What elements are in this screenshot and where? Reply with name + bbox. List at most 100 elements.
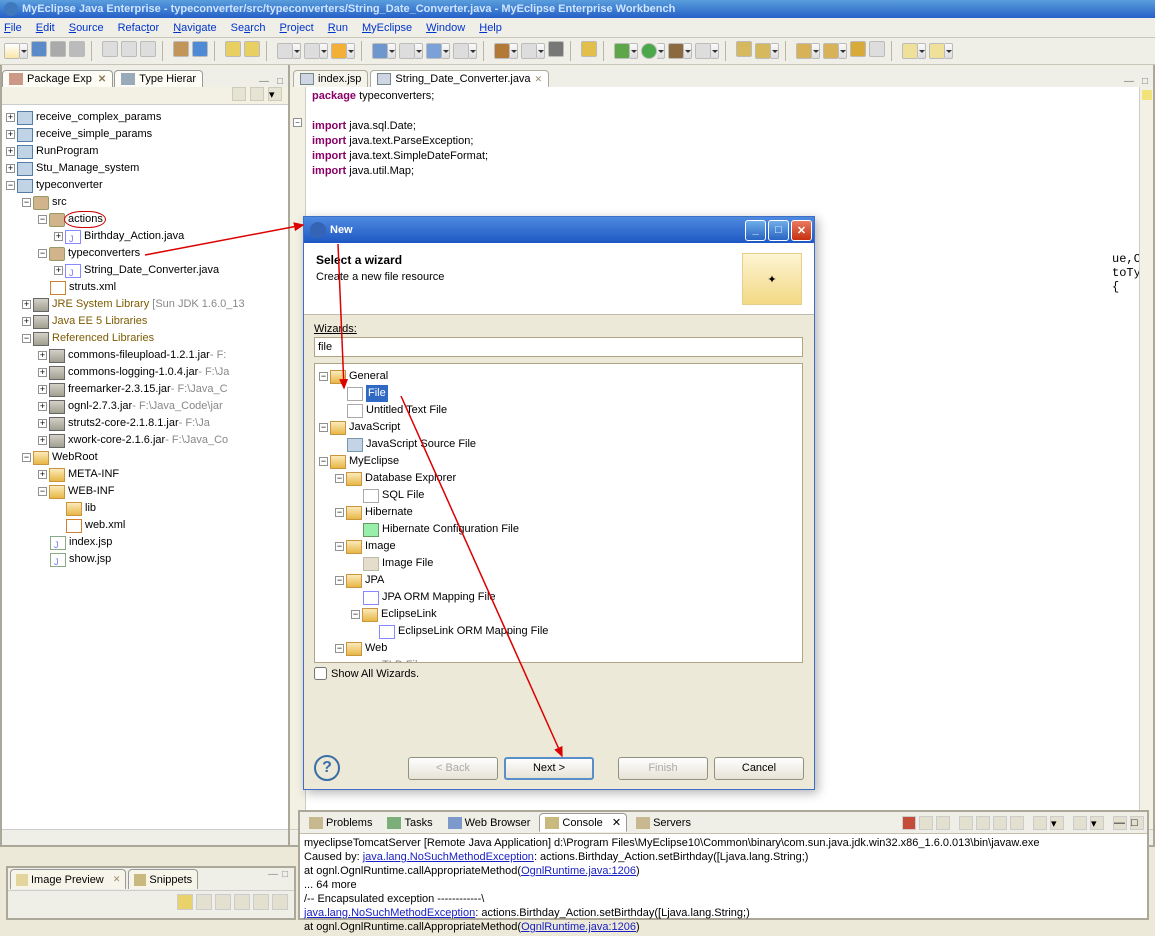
tree-item[interactable]: lib xyxy=(85,500,96,517)
back-button[interactable]: < Back xyxy=(408,757,498,780)
wizard-filter-input[interactable] xyxy=(314,337,803,357)
tree-item[interactable]: commons-fileupload-1.2.1.jar xyxy=(68,347,210,364)
finish-button[interactable]: Finish xyxy=(618,757,708,780)
close-icon[interactable]: ✕ xyxy=(612,816,621,829)
tree-item[interactable]: WebRoot xyxy=(52,449,98,466)
wizard-item[interactable]: Image File xyxy=(382,555,433,572)
maximize-icon[interactable]: □ xyxy=(272,76,288,87)
tab-problems[interactable]: Problems xyxy=(303,814,378,832)
wizard-category[interactable]: Database Explorer xyxy=(365,470,456,487)
open-task-icon[interactable] xyxy=(755,43,771,59)
nav-back-drop[interactable] xyxy=(918,43,926,59)
collapse-all-icon[interactable] xyxy=(232,87,246,101)
menu-edit[interactable]: Edit xyxy=(36,22,55,34)
menu-run[interactable]: Run xyxy=(328,22,348,34)
view-menu-icon[interactable]: ▾ xyxy=(268,87,282,101)
tree-item[interactable]: web.xml xyxy=(85,517,125,534)
zoom-fit-icon[interactable] xyxy=(196,894,212,910)
pkg-icon[interactable] xyxy=(173,41,189,57)
tab-tasks[interactable]: Tasks xyxy=(381,814,438,832)
minimize-icon[interactable]: — xyxy=(256,76,272,87)
nav-fwd-icon[interactable] xyxy=(929,43,945,59)
debug-icon[interactable] xyxy=(614,43,630,59)
tab-package-explorer[interactable]: Package Exp✕ xyxy=(2,70,113,87)
menu-window[interactable]: Window xyxy=(426,22,465,34)
server-icon[interactable] xyxy=(399,43,415,59)
tree-item[interactable]: JRE System Library xyxy=(52,296,149,313)
copy-icon[interactable] xyxy=(121,41,137,57)
clear-console-icon[interactable] xyxy=(976,816,990,830)
tree-item[interactable]: typeconverter xyxy=(36,177,103,194)
wizard-item[interactable]: Untitled Text File xyxy=(366,402,447,419)
tree-item[interactable]: Birthday_Action.java xyxy=(84,228,184,245)
menu-myeclipse[interactable]: MyEclipse xyxy=(362,22,412,34)
new-console-icon[interactable] xyxy=(1073,816,1087,830)
open-drop[interactable] xyxy=(839,43,847,59)
close-icon[interactable]: ✕ xyxy=(535,74,543,85)
wizard-category[interactable]: MyEclipse xyxy=(349,453,399,470)
hib-drop[interactable] xyxy=(510,43,518,59)
pin-console-icon[interactable] xyxy=(993,816,1007,830)
globe-drop[interactable] xyxy=(442,43,450,59)
remove-all-icon[interactable] xyxy=(936,816,950,830)
tree-item[interactable]: Java EE 5 Libraries xyxy=(52,313,147,330)
new-console-drop-icon[interactable]: ▾ xyxy=(1090,816,1104,830)
actual-size-icon[interactable] xyxy=(253,894,269,910)
deploy-drop[interactable] xyxy=(388,43,396,59)
project-tree[interactable]: +receive_complex_params +receive_simple_… xyxy=(2,105,288,829)
link-editor-icon[interactable] xyxy=(250,87,264,101)
fold-icon[interactable]: − xyxy=(293,118,302,127)
agent-drop[interactable] xyxy=(320,43,328,59)
globe-icon[interactable] xyxy=(426,43,442,59)
class-icon[interactable] xyxy=(192,41,208,57)
editor-maximize-icon[interactable]: □ xyxy=(1137,76,1153,87)
wizard-item[interactable]: SQL File xyxy=(382,487,424,504)
nav-back-icon[interactable] xyxy=(902,43,918,59)
wizard-category[interactable]: Hibernate xyxy=(365,504,413,521)
cut-icon[interactable] xyxy=(102,41,118,57)
wizard-item[interactable]: Hibernate Configuration File xyxy=(382,521,519,538)
open-type-icon[interactable] xyxy=(736,41,752,57)
show-all-wizards-checkbox[interactable]: Show All Wizards. xyxy=(314,667,804,680)
struts-icon[interactable] xyxy=(521,43,537,59)
min-icon[interactable]: — xyxy=(1113,816,1127,830)
tree-item[interactable]: xwork-core-2.1.6.jar xyxy=(68,432,165,449)
tree-item[interactable]: show.jsp xyxy=(69,551,111,568)
profile-drop[interactable] xyxy=(711,43,719,59)
minimize-icon[interactable]: — xyxy=(268,869,278,889)
star-drop[interactable] xyxy=(347,43,355,59)
max-icon[interactable]: □ xyxy=(1130,816,1144,830)
cancel-button[interactable]: Cancel xyxy=(714,757,804,780)
close-icon[interactable]: ✕ xyxy=(113,874,121,885)
wizard-tree[interactable]: −General File Untitled Text File −JavaSc… xyxy=(314,363,803,663)
menu-file[interactable]: FFileile xyxy=(4,22,22,34)
wizard-category[interactable]: JavaScript xyxy=(349,419,400,436)
editor-minimize-icon[interactable]: — xyxy=(1121,76,1137,87)
find-icon[interactable] xyxy=(581,41,597,57)
search-icon[interactable] xyxy=(277,43,293,59)
menu-navigate[interactable]: Navigate xyxy=(173,22,216,34)
menu-help[interactable]: Help xyxy=(479,22,502,34)
wizard-category[interactable]: Image xyxy=(365,538,396,555)
tab-snippets[interactable]: Snippets xyxy=(128,869,198,889)
open-console-icon[interactable] xyxy=(1033,816,1047,830)
open-task-drop[interactable] xyxy=(771,43,779,59)
tree-item[interactable]: Referenced Libraries xyxy=(52,330,154,347)
terminate-icon[interactable] xyxy=(902,816,916,830)
nav-fwd-drop[interactable] xyxy=(945,43,953,59)
wizard-category[interactable]: EclipseLink xyxy=(381,606,437,623)
close-button[interactable]: ✕ xyxy=(791,220,812,241)
tree-item[interactable]: index.jsp xyxy=(69,534,112,551)
undo-icon[interactable] xyxy=(225,41,241,57)
browser-icon[interactable] xyxy=(453,43,469,59)
wizard-item[interactable]: EclipseLink ORM Mapping File xyxy=(398,623,548,640)
wizard-category[interactable]: Web xyxy=(365,640,387,657)
help-button[interactable]: ? xyxy=(314,755,340,781)
save-icon[interactable] xyxy=(31,41,47,57)
menu-refactor[interactable]: Refactor xyxy=(118,22,160,34)
tree-item[interactable]: typeconverters xyxy=(68,245,140,262)
console-drop-icon[interactable]: ▾ xyxy=(1050,816,1064,830)
scroll-lock-icon[interactable] xyxy=(959,816,973,830)
wizard-item[interactable]: TLD File xyxy=(382,657,424,663)
tab-image-preview[interactable]: Image Preview ✕ xyxy=(10,869,126,889)
